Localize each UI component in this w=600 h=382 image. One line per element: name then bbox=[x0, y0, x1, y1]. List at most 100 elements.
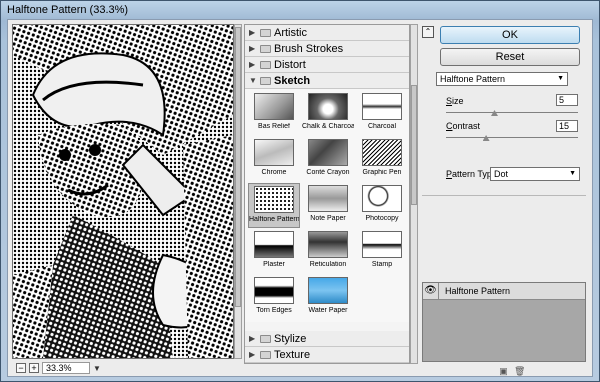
filter-gallery-window: Halftone Pattern (33.3%) − + 33.3% ▼ ▶ A… bbox=[0, 0, 600, 382]
filter-preview-thumbnail bbox=[254, 186, 294, 213]
dialog-body: − + 33.3% ▼ ▶ Artistic ▶ Brush Strokes ▶… bbox=[7, 19, 593, 377]
contrast-input[interactable]: 15 bbox=[556, 120, 578, 132]
effect-layers-panel: 👁 Halftone Pattern bbox=[422, 282, 586, 362]
folder-label: Sketch bbox=[274, 74, 311, 87]
folder-label: Texture bbox=[274, 348, 311, 361]
zoom-bar: − + 33.3% ▼ bbox=[12, 361, 242, 375]
filter-preview-thumbnail bbox=[308, 93, 348, 120]
collapsed-arrow-icon[interactable]: ▶ bbox=[249, 350, 257, 359]
filter-thumb-charcoal[interactable]: Charcoal bbox=[356, 91, 408, 136]
filter-preview-thumbnail bbox=[254, 139, 294, 166]
halftone-preview-image bbox=[13, 25, 233, 358]
effect-layer-name: Halftone Pattern bbox=[445, 286, 511, 296]
contrast-slider-knob[interactable] bbox=[482, 135, 490, 141]
preview-canvas[interactable] bbox=[12, 24, 234, 359]
filter-label: Conté Crayon bbox=[306, 169, 350, 176]
expanded-arrow-icon[interactable]: ▼ bbox=[249, 76, 257, 85]
filter-label: Note Paper bbox=[310, 215, 346, 222]
filter-preview-thumbnail bbox=[362, 139, 402, 166]
filter-preview-thumbnail bbox=[308, 185, 348, 212]
folder-icon bbox=[260, 76, 271, 85]
filter-thumb-conte-crayon[interactable]: Conté Crayon bbox=[302, 137, 354, 182]
filter-thumb-water-paper[interactable]: Water Paper bbox=[302, 275, 354, 320]
contrast-label-rest: ontrast bbox=[452, 121, 481, 131]
folder-label: Brush Strokes bbox=[274, 42, 344, 55]
collapsed-arrow-icon[interactable]: ▶ bbox=[249, 44, 257, 53]
filter-thumb-photocopy[interactable]: Photocopy bbox=[356, 183, 408, 228]
filter-label: Stamp bbox=[371, 261, 393, 268]
chevron-down-icon: ▼ bbox=[569, 170, 576, 177]
zoom-level-field[interactable]: 33.3% bbox=[42, 362, 90, 374]
filter-label: Halftone Pattern bbox=[249, 216, 299, 223]
collapse-gallery-icon[interactable]: ⌃ bbox=[422, 26, 434, 38]
filter-preview-thumbnail bbox=[254, 93, 294, 120]
gallery-bottom-folders: ▶ Stylize ▶ Texture bbox=[245, 331, 409, 363]
window-title: Halftone Pattern (33.3%) bbox=[7, 4, 129, 16]
filter-thumb-bas-relief[interactable]: Bas Relief bbox=[248, 91, 300, 136]
new-effect-layer-icon[interactable]: ▣ bbox=[498, 366, 509, 376]
pattern-type-select[interactable]: Dot ▼ bbox=[490, 167, 580, 181]
folder-icon bbox=[260, 350, 271, 359]
size-label: Size bbox=[446, 96, 464, 106]
folder-label: Stylize bbox=[274, 332, 307, 345]
filter-thumb-halftone-pattern[interactable]: Halftone Pattern bbox=[248, 183, 300, 228]
gallery-scrollbar[interactable] bbox=[410, 24, 418, 364]
chevron-down-icon: ▼ bbox=[557, 75, 564, 82]
filter-thumb-torn-edges[interactable]: Torn Edges bbox=[248, 275, 300, 320]
ok-button[interactable]: OK bbox=[440, 26, 580, 44]
filter-thumb-chalk-charcoal[interactable]: Chalk & Charcoal bbox=[302, 91, 354, 136]
folder-texture[interactable]: ▶ Texture bbox=[245, 347, 409, 363]
filter-type-value: Halftone Pattern bbox=[440, 74, 506, 84]
folder-brush-strokes[interactable]: ▶ Brush Strokes bbox=[245, 41, 409, 57]
collapsed-arrow-icon[interactable]: ▶ bbox=[249, 334, 257, 343]
filter-label: Torn Edges bbox=[256, 307, 292, 314]
filter-label: Chalk & Charcoal bbox=[302, 123, 354, 130]
zoom-in-button[interactable]: + bbox=[29, 363, 39, 373]
preview-scrollbar[interactable] bbox=[234, 24, 242, 359]
filter-label: Graphic Pen bbox=[362, 169, 402, 176]
folder-sketch[interactable]: ▼ Sketch bbox=[245, 73, 409, 89]
size-slider[interactable] bbox=[446, 110, 578, 116]
size-input[interactable]: 5 bbox=[556, 94, 578, 106]
trash-icon[interactable]: 🗑 bbox=[514, 366, 525, 376]
title-bar[interactable]: Halftone Pattern (33.3%) bbox=[1, 1, 599, 19]
filter-gallery: ▶ Artistic ▶ Brush Strokes ▶ Distort ▼ S… bbox=[244, 24, 410, 364]
filter-thumb-graphic-pen[interactable]: Graphic Pen bbox=[356, 137, 408, 182]
filter-thumb-chrome[interactable]: Chrome bbox=[248, 137, 300, 182]
reset-button[interactable]: Reset bbox=[440, 48, 580, 66]
folder-icon bbox=[260, 28, 271, 37]
filter-thumb-stamp[interactable]: Stamp bbox=[356, 229, 408, 274]
collapsed-arrow-icon[interactable]: ▶ bbox=[249, 28, 257, 37]
filter-preview-thumbnail bbox=[254, 231, 294, 258]
folder-artistic[interactable]: ▶ Artistic bbox=[245, 25, 409, 41]
filter-label: Photocopy bbox=[365, 215, 399, 222]
filter-label: Charcoal bbox=[367, 123, 396, 130]
filter-preview-thumbnail bbox=[362, 93, 402, 120]
folder-stylize[interactable]: ▶ Stylize bbox=[245, 331, 409, 347]
folder-icon bbox=[260, 44, 271, 53]
zoom-menu-arrow-icon[interactable]: ▼ bbox=[93, 364, 101, 373]
eye-icon[interactable]: 👁 bbox=[423, 282, 439, 300]
filter-preview-thumbnail bbox=[254, 277, 294, 304]
folder-label: Distort bbox=[274, 58, 306, 71]
contrast-slider[interactable] bbox=[446, 135, 578, 141]
collapsed-arrow-icon[interactable]: ▶ bbox=[249, 60, 257, 69]
filter-thumb-plaster[interactable]: Plaster bbox=[248, 229, 300, 274]
folder-label: Artistic bbox=[274, 26, 307, 39]
effect-layer-row[interactable]: 👁 Halftone Pattern bbox=[423, 282, 585, 300]
gallery-scrollbar-thumb[interactable] bbox=[411, 85, 417, 205]
zoom-out-button[interactable]: − bbox=[16, 363, 26, 373]
preview-scrollbar-thumb[interactable] bbox=[235, 27, 241, 307]
filter-preview-thumbnail bbox=[362, 231, 402, 258]
folder-distort[interactable]: ▶ Distort bbox=[245, 57, 409, 73]
filter-label: Reticulation bbox=[309, 261, 347, 268]
size-slider-knob[interactable] bbox=[491, 110, 498, 116]
size-label-rest: ize bbox=[452, 96, 464, 106]
filter-label: Chrome bbox=[261, 169, 287, 176]
contrast-label: Contrast bbox=[446, 121, 480, 131]
filter-type-select[interactable]: Halftone Pattern ▼ bbox=[436, 72, 568, 86]
sketch-filter-grid: Bas Relief Chalk & Charcoal Charcoal Chr… bbox=[245, 89, 409, 322]
filter-thumb-reticulation[interactable]: Reticulation bbox=[302, 229, 354, 274]
filter-thumb-note-paper[interactable]: Note Paper bbox=[302, 183, 354, 228]
folder-icon bbox=[260, 60, 271, 69]
